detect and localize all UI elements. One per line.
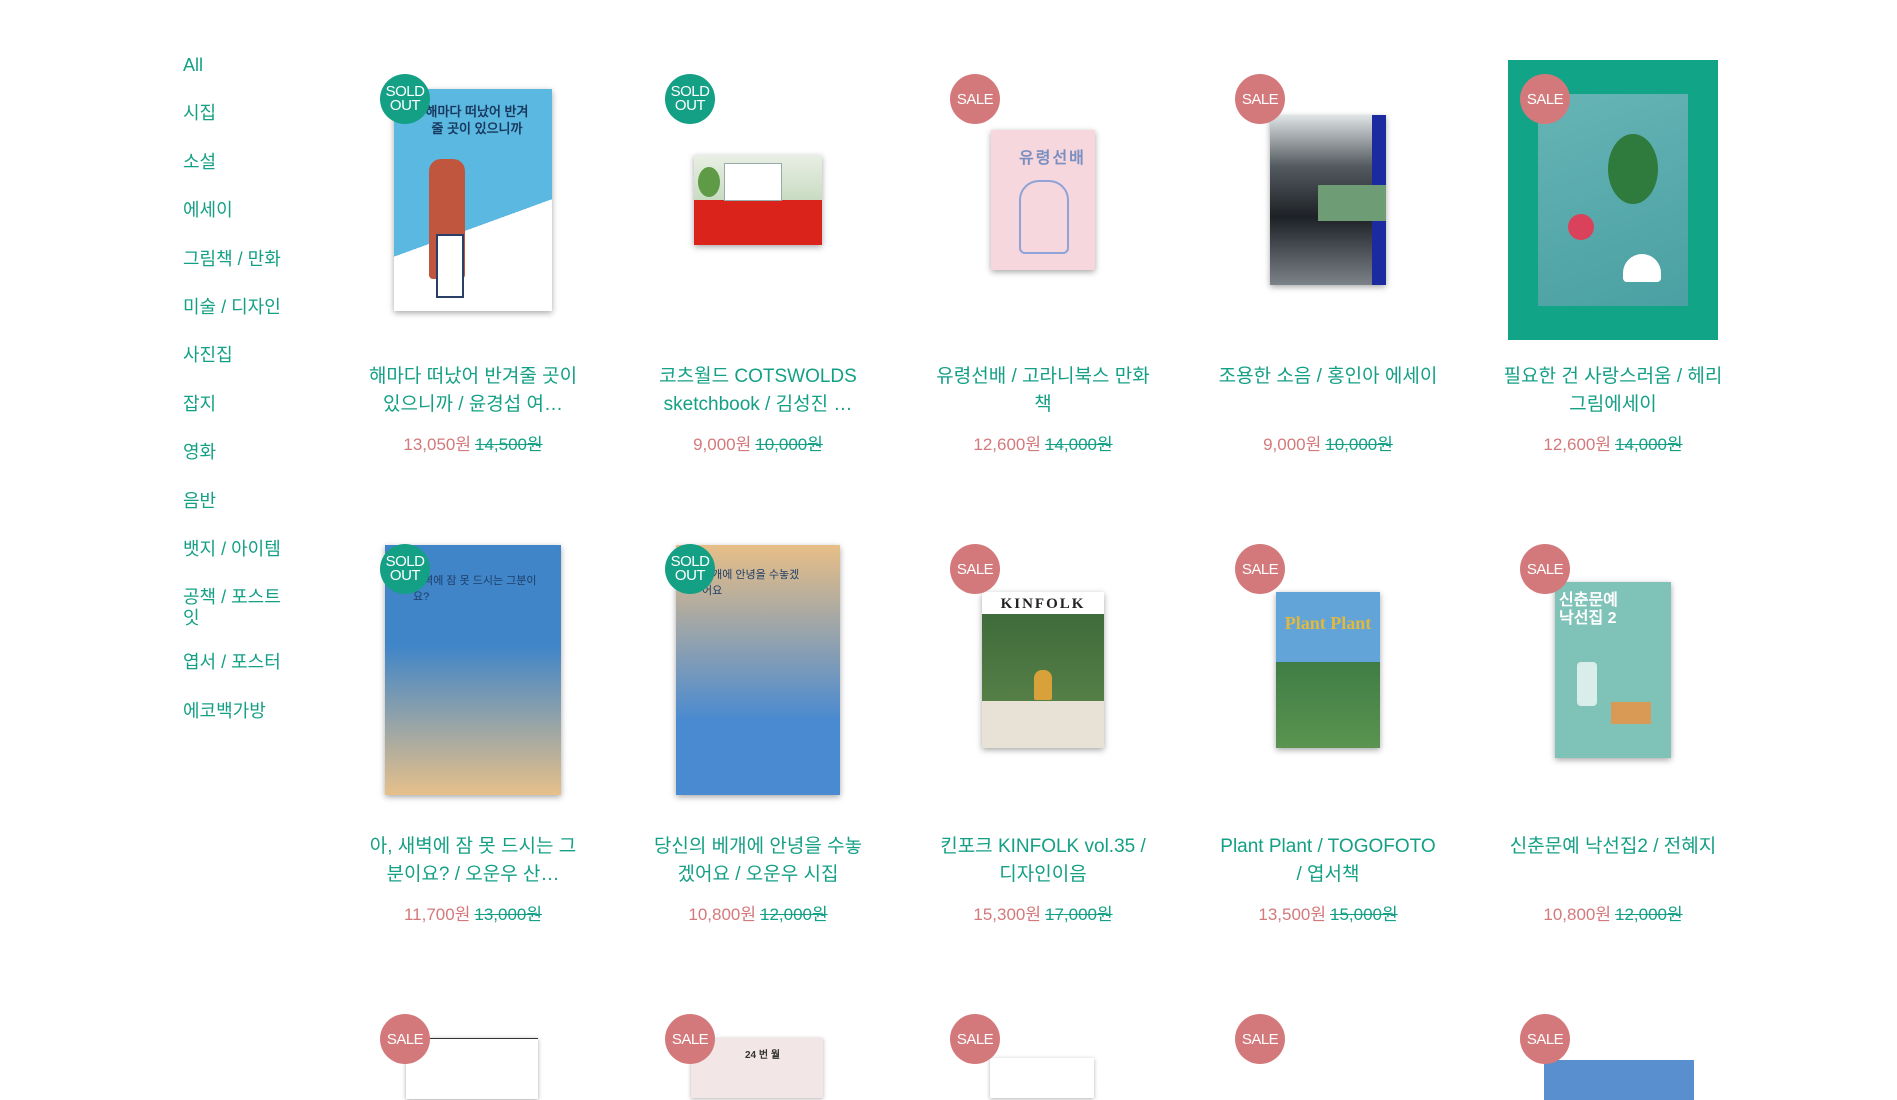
original-price: 10,000원 <box>755 435 823 454</box>
cover-tree <box>698 167 720 197</box>
product-title[interactable]: 아, 새벽에 잠 못 드시는 그분이요? / 오운우 산… <box>363 833 583 889</box>
book-cover[interactable]: KINFOLK <box>982 592 1104 748</box>
product-title[interactable]: 신춘문예 낙선집2 / 전혜지 <box>1503 833 1723 889</box>
cover-text: KINFOLK <box>1000 596 1086 612</box>
category-film[interactable]: 영화 <box>183 442 293 490</box>
original-price: 14,000원 <box>1615 435 1683 454</box>
product-title[interactable]: Plant Plant / TOGOFOTO / 엽서책 <box>1218 833 1438 889</box>
sold-out-badge: SOLD OUT <box>380 74 430 124</box>
sale-price: 15,300원 <box>973 905 1041 924</box>
sale-price: 9,000원 <box>1263 435 1322 454</box>
product-title[interactable]: 유령선배 / 고라니북스 만화책 <box>933 363 1153 419</box>
category-poetry[interactable]: 시집 <box>183 103 293 151</box>
category-novel[interactable]: 소설 <box>183 152 293 200</box>
cover-ghost <box>1019 180 1069 254</box>
cover-figure-legs <box>436 234 464 298</box>
cover-green-block <box>1318 185 1386 221</box>
sale-price: 10,800원 <box>688 905 756 924</box>
product-price: 9,000원 10,000원 <box>1213 430 1443 455</box>
product-price: 11,700원 13,000원 <box>358 900 588 925</box>
original-price: 10,000원 <box>1325 435 1393 454</box>
product-title[interactable]: 필요한 건 사랑스러움 / 헤리 그림에세이 <box>1503 363 1723 419</box>
cover-vase <box>1577 662 1597 706</box>
product-title[interactable]: 킨포크 KINFOLK vol.35 / 디자인이음 <box>933 833 1153 889</box>
original-price: 14,500원 <box>475 435 543 454</box>
sale-badge: SALE <box>1235 544 1285 594</box>
product-price: 12,600원 14,000원 <box>928 430 1158 455</box>
book-cover[interactable]: 유령선배 <box>991 130 1095 270</box>
product-price: 15,300원 17,000원 <box>928 900 1158 925</box>
book-cover[interactable] <box>990 1058 1094 1098</box>
sold-out-badge: SOLD OUT <box>380 544 430 594</box>
sale-badge: SALE <box>950 544 1000 594</box>
category-sidebar: All 시집 소설 에세이 그림책 / 만화 미술 / 디자인 사진집 잡지 영… <box>183 55 293 749</box>
cover-box <box>1611 702 1651 724</box>
book-cover <box>1538 94 1688 306</box>
category-magazine[interactable]: 잡지 <box>183 394 293 442</box>
cover-text: 유령선배 <box>1019 150 1086 167</box>
cover-text: 새벽에 잠 못 드시는 그분이요? <box>413 575 537 603</box>
original-price: 12,000원 <box>760 905 828 924</box>
sale-price: 13,050원 <box>403 435 471 454</box>
sale-badge: SALE <box>1520 1014 1570 1064</box>
book-cover[interactable] <box>1270 115 1386 285</box>
cover-tree <box>1608 134 1658 204</box>
product-price: 9,000원 10,000원 <box>643 430 873 455</box>
cover-house <box>724 163 782 201</box>
sale-badge: SALE <box>665 1014 715 1064</box>
sale-badge: SALE <box>950 1014 1000 1064</box>
cover-text: 베개에 안녕을 수놓겠어요 <box>702 569 800 597</box>
sale-price: 12,600원 <box>973 435 1041 454</box>
product-title[interactable]: 조용한 소음 / 홍인아 에세이 <box>1218 363 1438 419</box>
cover-flower <box>1568 214 1594 240</box>
product-title[interactable]: 코츠월드 COTSWOLDS sketchbook / 김성진 … <box>648 363 868 419</box>
cover-figure <box>1034 670 1052 700</box>
product-price: 10,800원 12,000원 <box>643 900 873 925</box>
category-all[interactable]: All <box>183 55 293 103</box>
category-ecobag[interactable]: 에코백가방 <box>183 701 293 749</box>
book-cover[interactable]: Plant Plant <box>1276 592 1380 748</box>
cover-creature <box>1623 254 1661 282</box>
sale-price: 9,000원 <box>693 435 752 454</box>
product-title[interactable]: 당신의 베개에 안녕을 수놓겠어요 / 오운우 시집 <box>648 833 868 889</box>
sale-price: 11,700원 <box>403 905 471 924</box>
book-cover[interactable] <box>694 155 822 245</box>
category-picturebook-comics[interactable]: 그림책 / 만화 <box>183 249 293 297</box>
book-cover[interactable]: 신춘문예 낙선집 2 <box>1555 582 1671 758</box>
product-price: 12,600원 14,000원 <box>1498 430 1728 455</box>
category-badge-items[interactable]: 뱃지 / 아이템 <box>183 539 293 587</box>
sale-price: 12,600원 <box>1543 435 1611 454</box>
sale-price: 10,800원 <box>1543 905 1611 924</box>
sale-badge: SALE <box>950 74 1000 124</box>
book-cover[interactable]: 해마다 떠났어 반겨줄 곳이 있으니까 <box>394 89 552 311</box>
cover-text: Plant Plant <box>1284 613 1372 633</box>
cover-text: 신춘문예 낙선집 2 <box>1559 592 1618 627</box>
sale-badge: SALE <box>380 1014 430 1064</box>
sale-badge: SALE <box>1235 1014 1285 1064</box>
book-cover[interactable] <box>1544 1060 1694 1100</box>
original-price: 13,000원 <box>474 905 542 924</box>
sale-badge: SALE <box>1520 544 1570 594</box>
cover-text: 해마다 떠났어 반겨줄 곳이 있으니까 <box>425 104 529 136</box>
original-price: 17,000원 <box>1045 905 1113 924</box>
original-price: 14,000원 <box>1045 435 1113 454</box>
category-postcard-poster[interactable]: 엽서 / 포스터 <box>183 652 293 700</box>
sale-price: 13,500원 <box>1258 905 1326 924</box>
product-price: 13,050원 14,500원 <box>358 430 588 455</box>
product-price: 13,500원 15,000원 <box>1213 900 1443 925</box>
cover-text: 24 번 월 <box>745 1050 781 1061</box>
category-art-design[interactable]: 미술 / 디자인 <box>183 297 293 345</box>
product-price: 10,800원 12,000원 <box>1498 900 1728 925</box>
category-photobook[interactable]: 사진집 <box>183 345 293 393</box>
category-notebook-postit[interactable]: 공책 / 포스트잇 <box>183 587 293 652</box>
original-price: 15,000원 <box>1330 905 1398 924</box>
original-price: 12,000원 <box>1615 905 1683 924</box>
category-music[interactable]: 음반 <box>183 491 293 539</box>
product-title[interactable]: 해마다 떠났어 반겨줄 곳이 있으니까 / 윤경섭 여… <box>363 363 583 419</box>
sale-badge: SALE <box>1520 74 1570 124</box>
sale-badge: SALE <box>1235 74 1285 124</box>
category-essay[interactable]: 에세이 <box>183 200 293 248</box>
sold-out-badge: SOLD OUT <box>665 74 715 124</box>
sold-out-badge: SOLD OUT <box>665 544 715 594</box>
